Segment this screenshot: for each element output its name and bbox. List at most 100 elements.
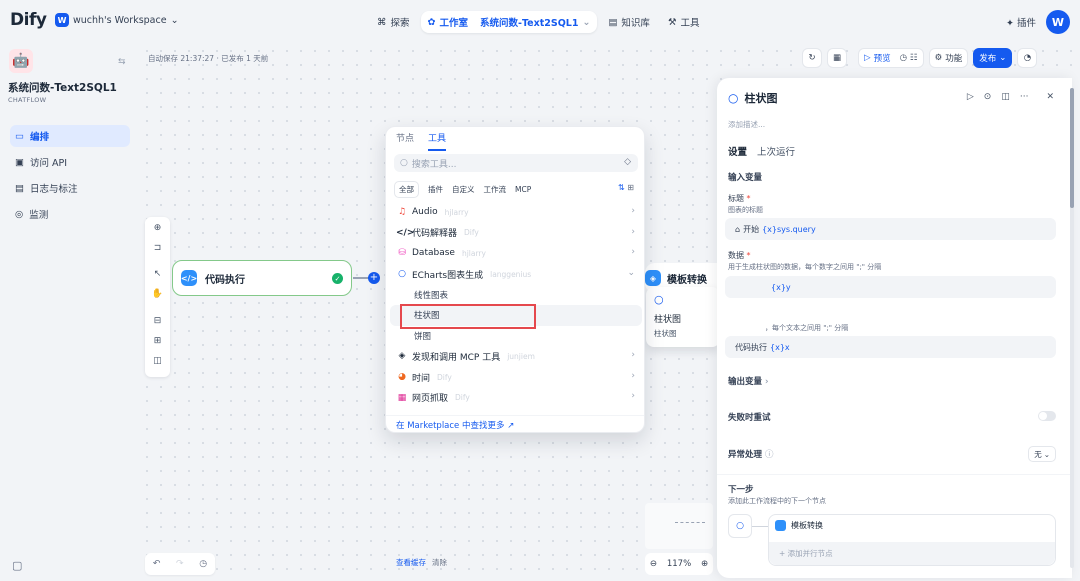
run-icon[interactable]: ▷ (967, 92, 974, 102)
filter-all[interactable]: 全部 (394, 181, 419, 198)
tool-row[interactable]: ◈ 发现和调用 MCP 工具 junjiem › (390, 346, 642, 367)
filter-mcp[interactable]: MCP (515, 185, 531, 194)
add-parallel-node-button[interactable]: + 添加并行节点 (769, 542, 1055, 565)
tool-row[interactable]: ▦ 网页抓取 Dify › (390, 387, 642, 408)
filter-plugins[interactable]: 插件 (428, 184, 443, 195)
var-name: {x}y (771, 282, 791, 292)
view-cache-link[interactable]: 查看缓存 (396, 557, 426, 568)
publish-button[interactable]: 发布 ⌄ (973, 48, 1013, 68)
tool-row[interactable]: ⛁ Database hjlarry › (390, 243, 642, 264)
expand-panel-icon[interactable]: ▢ (12, 559, 22, 572)
preview-button[interactable]: ▷ 预览 ◷ ☷ (858, 48, 924, 68)
pointer-icon[interactable]: ↖ (145, 269, 170, 279)
exception-value: 无 (1034, 449, 1042, 459)
nav-knowledge[interactable]: ▤ 知识库 (601, 11, 657, 33)
node-code-execution[interactable]: </> 代码执行 ✓ (172, 260, 352, 296)
add-next-node-button[interactable]: + (368, 272, 380, 284)
output-vars-toggle[interactable]: 输出变量 › (728, 375, 769, 387)
hand-icon[interactable]: ✋ (145, 289, 170, 299)
description-input[interactable]: 添加描述... (728, 119, 765, 130)
undo-redo-bar: ↶ ↷ ◷ (145, 553, 215, 575)
tool-row[interactable]: ◕ 时间 Dify › (390, 367, 642, 388)
top-nav: ⌘ 探索 ✿ 工作室 系统问数-Text2SQL1 ⌄ ▤ 知识库 ⚒ 工具 (370, 11, 706, 33)
sidebar-item-orchestrate[interactable]: ▭ 编排 (10, 125, 130, 147)
export-image-icon[interactable]: ⊟ (145, 316, 170, 326)
tool-action-line-chart[interactable]: 线性图表 (390, 284, 642, 305)
compass-icon: ⌘ (377, 16, 387, 28)
exception-select[interactable]: 无 ⌄ (1028, 446, 1056, 462)
retry-toggle[interactable] (1038, 411, 1056, 421)
organize-icon[interactable]: ⊞ (145, 336, 170, 346)
canvas-vertical-tools: ⊕ ⊐ ↖ ✋ ⊟ ⊞ ◫ (145, 217, 170, 377)
field-label-data: 数据 * (728, 250, 751, 261)
node-title: 代码执行 (205, 274, 245, 286)
zoom-control[interactable]: ⊖ 117% ⊕ (645, 553, 713, 575)
workspace-badge: W (55, 13, 69, 27)
preview-title: 柱状图 (654, 315, 682, 325)
tool-label: Audio (412, 207, 438, 218)
features-button[interactable]: ⚙ 功能 (928, 48, 969, 68)
chevron-right-icon: › (764, 377, 769, 387)
data-variable-field[interactable]: {x}y (725, 276, 1056, 298)
home-icon: ⌂ (735, 224, 741, 234)
view-toggle-icons[interactable]: ⇅ ⊞ (618, 183, 634, 192)
undo-icon[interactable]: ↶ (153, 559, 161, 569)
redo-icon[interactable]: ↷ (176, 559, 184, 569)
note-icon[interactable]: ⊐ (145, 243, 170, 253)
tool-search-input[interactable]: ○ 搜索工具... ◇ (394, 154, 638, 172)
clear-cache-link[interactable]: 清除 (432, 557, 447, 568)
nav-studio[interactable]: ✿ 工作室 系统问数-Text2SQL1 ⌄ (420, 11, 598, 33)
nav-explore[interactable]: ⌘ 探索 (370, 11, 417, 33)
zoom-out-icon[interactable]: ⊖ (650, 559, 657, 569)
nav-tools[interactable]: ⚒ 工具 (661, 11, 707, 33)
tab-tools[interactable]: 工具 (428, 131, 447, 151)
x-axis-variable-field[interactable]: 代码执行 {x}x (725, 336, 1056, 358)
sidebar-item-logs[interactable]: ▤ 日志与标注 (10, 177, 130, 199)
tool-row-expanded[interactable]: ○ ECharts图表生成 langgenius ⌄ (390, 264, 642, 285)
panel-title[interactable]: 柱状图 (744, 90, 777, 106)
minimap[interactable] (645, 503, 713, 549)
panel-header: ○ 柱状图 (728, 90, 777, 106)
add-node-icon[interactable]: ⊕ (145, 223, 170, 233)
web-icon: ▦ (397, 392, 407, 403)
breadcrumb-app[interactable]: 系统问数-Text2SQL1 (480, 15, 578, 29)
tool-row[interactable]: </> 代码解释器 Dify › (390, 223, 642, 244)
tag-icon[interactable]: ◇ (624, 157, 631, 167)
nav-studio-label: 工作室 (439, 18, 468, 29)
title-variable-field[interactable]: ⌂ 开始 {x}sys.query (725, 218, 1056, 240)
close-icon[interactable]: ✕ (1046, 92, 1054, 102)
filter-custom[interactable]: 自定义 (452, 184, 475, 195)
avatar[interactable]: W (1046, 10, 1070, 34)
sidebar-item-api[interactable]: ▣ 访问 API (10, 151, 130, 173)
chevron-right-icon: › (631, 247, 635, 258)
filter-workflow[interactable]: 工作流 (484, 184, 507, 195)
input-vars-heading: 输入变量 (728, 173, 763, 183)
nav-tools-label: 工具 (680, 18, 700, 29)
sidebar-item-monitor[interactable]: ◎ 监测 (10, 203, 130, 225)
tab-last-run[interactable]: 上次运行 (757, 144, 795, 158)
history-icon[interactable]: ◷ (199, 559, 207, 569)
versions-button[interactable]: ◔ (1017, 48, 1038, 68)
app-robot-icon: 🤖 (9, 49, 33, 73)
collapse-sidebar-icon[interactable]: ⇆ (118, 57, 126, 67)
plugins-button[interactable]: ✦ 插件 (1006, 15, 1036, 29)
clock-icon: ◔ (1023, 53, 1032, 63)
minimap-icon[interactable]: ◫ (145, 356, 170, 366)
tab-nodes[interactable]: 节点 (396, 131, 414, 151)
terminal-icon: ▣ (15, 156, 24, 168)
next-node-item[interactable]: 模板转换 (775, 520, 823, 531)
history-button[interactable]: ↻ (802, 48, 822, 68)
panel-scrollbar[interactable] (1070, 88, 1074, 568)
more-icon[interactable]: ··· (1020, 92, 1029, 102)
help-icon[interactable]: ⊙ (984, 92, 992, 102)
tab-settings[interactable]: 设置 (728, 144, 747, 158)
split-view-icon[interactable]: ◫ (1001, 92, 1010, 102)
workspace-switcher[interactable]: W wuchh's Workspace ⌄ (55, 13, 179, 27)
zoom-in-icon[interactable]: ⊕ (701, 559, 708, 569)
tool-row[interactable]: ♫ Audio hjlarry › (390, 202, 642, 223)
env-button[interactable]: ▦ (827, 48, 848, 68)
marketplace-link[interactable]: 在 Marketplace 中查找更多 ↗ (386, 415, 644, 434)
dify-logo[interactable]: Dify (10, 10, 47, 30)
monitor-icon: ◎ (15, 208, 24, 220)
chevron-down-icon: ⌄ (1043, 449, 1050, 459)
